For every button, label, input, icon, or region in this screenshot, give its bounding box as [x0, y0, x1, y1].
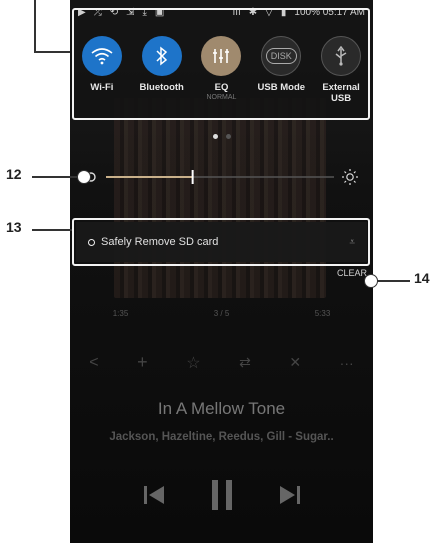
- brightness-slider[interactable]: [78, 168, 365, 186]
- notification-highlight: [72, 218, 370, 266]
- album-art: [114, 98, 326, 298]
- clear-button[interactable]: CLEAR: [337, 268, 367, 278]
- page-dot[interactable]: [225, 134, 231, 139]
- callout-dot-14: [364, 274, 378, 288]
- track-artist: Jackson, Hazeltine, Reedus, Gill - Sugar…: [109, 431, 334, 443]
- track-times: 1:35 3 / 5 5:33: [70, 309, 373, 318]
- star-icon[interactable]: ☆: [186, 353, 200, 373]
- pause-icon[interactable]: [209, 478, 235, 512]
- brightness-high-icon: [342, 169, 358, 185]
- player-controls: < + ☆ ⇄ ✕ ···: [70, 352, 373, 373]
- time-elapsed: 1:35: [112, 309, 129, 318]
- callout-14: 14: [414, 270, 430, 286]
- next-icon[interactable]: [278, 484, 302, 506]
- callout-12: 12: [6, 166, 22, 182]
- shuffle-control-icon[interactable]: ✕: [289, 354, 301, 371]
- page-dot-active[interactable]: [212, 134, 218, 139]
- callout-line-13: [32, 229, 72, 231]
- back-icon[interactable]: <: [89, 354, 98, 372]
- time-total: 5:33: [314, 309, 331, 318]
- more-icon[interactable]: ···: [340, 355, 354, 371]
- callout-line-12: [32, 176, 78, 178]
- callout-line-top-h: [34, 51, 72, 53]
- quick-settings-highlight: [72, 8, 370, 120]
- track-title: In A Mellow Tone: [157, 399, 286, 418]
- repeat-control-icon[interactable]: ⇄: [239, 354, 251, 371]
- track-position: 3 / 5: [213, 309, 230, 318]
- transport-controls: [70, 478, 373, 512]
- callout-line-top: [34, 0, 36, 52]
- page-indicator: [70, 134, 373, 139]
- callout-dot-12: [77, 170, 91, 184]
- previous-icon[interactable]: [142, 484, 166, 506]
- add-icon[interactable]: +: [137, 352, 148, 373]
- callout-13: 13: [6, 219, 22, 235]
